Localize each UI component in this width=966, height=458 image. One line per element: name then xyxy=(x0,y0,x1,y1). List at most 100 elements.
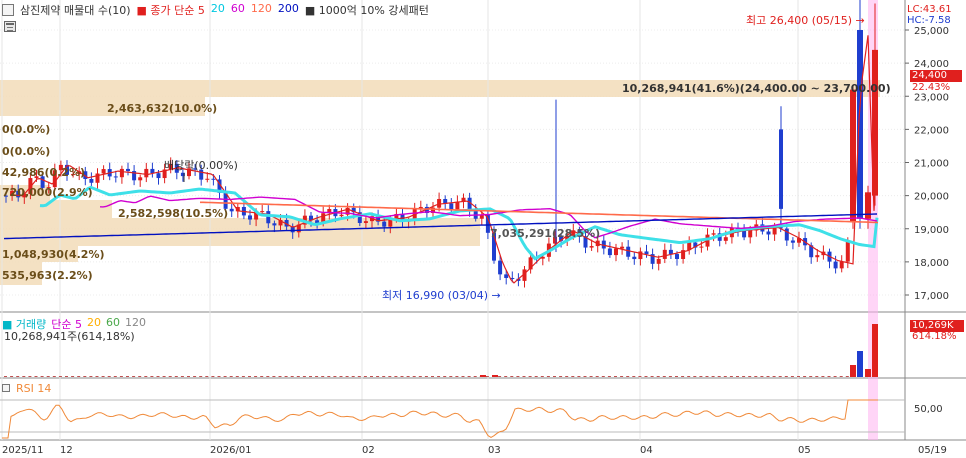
volume-bar xyxy=(217,376,221,377)
volume-bar xyxy=(10,376,14,377)
candle-up xyxy=(748,230,753,238)
candle-up xyxy=(662,249,667,259)
volume-bar xyxy=(668,376,672,377)
volume-bar xyxy=(772,376,776,377)
volume-bar xyxy=(815,376,819,377)
volume-bar xyxy=(345,376,349,377)
legend-item[interactable]: ■ 종가 단순 5 xyxy=(137,2,205,18)
volume-bar xyxy=(845,376,849,377)
candle-down xyxy=(113,176,118,178)
volume-bar xyxy=(534,376,538,377)
volume-bar xyxy=(540,376,544,377)
price-tick-label: 22,000 xyxy=(914,125,949,136)
volume-bar xyxy=(693,376,697,377)
candle-up xyxy=(119,168,124,178)
volume-bar xyxy=(760,376,764,377)
volume-bar xyxy=(223,376,227,377)
legend-item[interactable]: 200 xyxy=(278,2,299,18)
volume-bar xyxy=(34,376,38,377)
volume-bar xyxy=(833,376,837,377)
volume-bar xyxy=(16,376,20,377)
volume-bar xyxy=(729,376,733,377)
rsi-toggle-icon[interactable] xyxy=(2,384,10,392)
price-tick-label: 19,000 xyxy=(914,225,949,236)
legend-item[interactable]: ■ 1000억 10% 강세패턴 xyxy=(305,2,429,18)
volume-profile-bar xyxy=(0,200,112,218)
volume-bar xyxy=(723,376,727,377)
chart-canvas[interactable]: 25,00024,00023,00022,00021,00020,00019,0… xyxy=(0,0,966,458)
candle-up xyxy=(614,248,618,256)
volume-bar xyxy=(180,376,184,377)
volume-bar xyxy=(662,376,666,377)
volume-bar xyxy=(266,376,270,377)
volume-bar xyxy=(254,376,258,377)
candle-down xyxy=(382,221,387,227)
candle-down xyxy=(626,246,631,257)
volume-bar xyxy=(327,376,331,377)
candle-up xyxy=(839,261,844,269)
date-axis-label: 12 xyxy=(60,445,73,456)
volume-bar xyxy=(589,376,593,377)
volume-profile-label: 1,048,930(4.2%) xyxy=(2,248,105,261)
candle-up xyxy=(845,240,850,262)
volume-bar xyxy=(632,376,636,377)
volume-bar xyxy=(156,376,160,377)
volume-info: 10,268,941주(614,18%) xyxy=(4,330,135,343)
volume-bar xyxy=(406,376,410,377)
candle-up xyxy=(455,201,460,210)
volume-bar xyxy=(315,376,319,377)
candle-down xyxy=(766,231,771,235)
candle-down xyxy=(498,260,503,275)
legend-item[interactable]: 120 xyxy=(251,2,272,18)
volume-bar xyxy=(260,376,264,377)
legend-items: 삼진제약 매물대 수(10) ■ 종가 단순 5 20 60 120 200 ■ 1000억… xyxy=(20,2,429,18)
candle-down xyxy=(266,211,271,224)
date-axis-label: 02 xyxy=(362,445,375,456)
volume-profile-label: 10,268,941(41.6%)(24,400.00 ~ 23,700.00) xyxy=(622,82,891,95)
volume-bar xyxy=(559,376,563,377)
volume-bar xyxy=(357,376,361,377)
legend-item[interactable]: 20 xyxy=(211,2,225,18)
calendar-icon[interactable] xyxy=(4,21,16,32)
volume-bar xyxy=(522,376,526,377)
legend-item[interactable]: 삼진제약 매물대 수(10) xyxy=(20,2,131,18)
volume-bar xyxy=(339,376,343,377)
volume-bar xyxy=(77,376,81,377)
volume-profile-label: 720,000(2.9%) xyxy=(2,186,93,199)
legend-toggle-icon[interactable] xyxy=(2,4,14,16)
volume-bar xyxy=(309,376,312,377)
volume-bar xyxy=(705,376,709,377)
volume-bar xyxy=(839,376,843,377)
hc-label: HC:-7.58 xyxy=(907,15,951,26)
volume-bar xyxy=(620,376,624,377)
candle-down xyxy=(833,261,838,269)
volume-bar xyxy=(284,376,288,377)
candle-up xyxy=(815,255,820,258)
volume-bar xyxy=(736,376,739,377)
volume-bar xyxy=(400,376,404,377)
volume-bar xyxy=(455,376,459,377)
volume-profile-label: 42,986(0.2%) xyxy=(2,166,85,179)
volume-bar xyxy=(717,376,721,377)
volume-bar xyxy=(492,375,498,377)
price-tick-label: 25,000 xyxy=(914,26,949,37)
candle-up xyxy=(260,211,265,213)
volume-bar xyxy=(546,376,550,377)
volume-profile-label: 2,582,598(10.5%) xyxy=(118,207,228,220)
volume-bar xyxy=(382,376,386,377)
volume-bar xyxy=(229,376,233,377)
volume-bar xyxy=(467,376,471,377)
volume-bar xyxy=(553,376,556,377)
volume-bar xyxy=(22,376,26,377)
volume-bar xyxy=(28,376,32,377)
volume-bar xyxy=(675,376,678,377)
volume-bar xyxy=(711,376,715,377)
volume-bar xyxy=(498,376,502,377)
volume-bar xyxy=(296,376,300,377)
volume-bar xyxy=(577,376,581,377)
volume-bar xyxy=(248,376,251,377)
volume-bar xyxy=(790,376,794,377)
candle-down xyxy=(857,30,863,219)
legend-item[interactable]: 60 xyxy=(231,2,245,18)
volume-profile-label: 7,035,291(28.5%) xyxy=(490,227,600,240)
